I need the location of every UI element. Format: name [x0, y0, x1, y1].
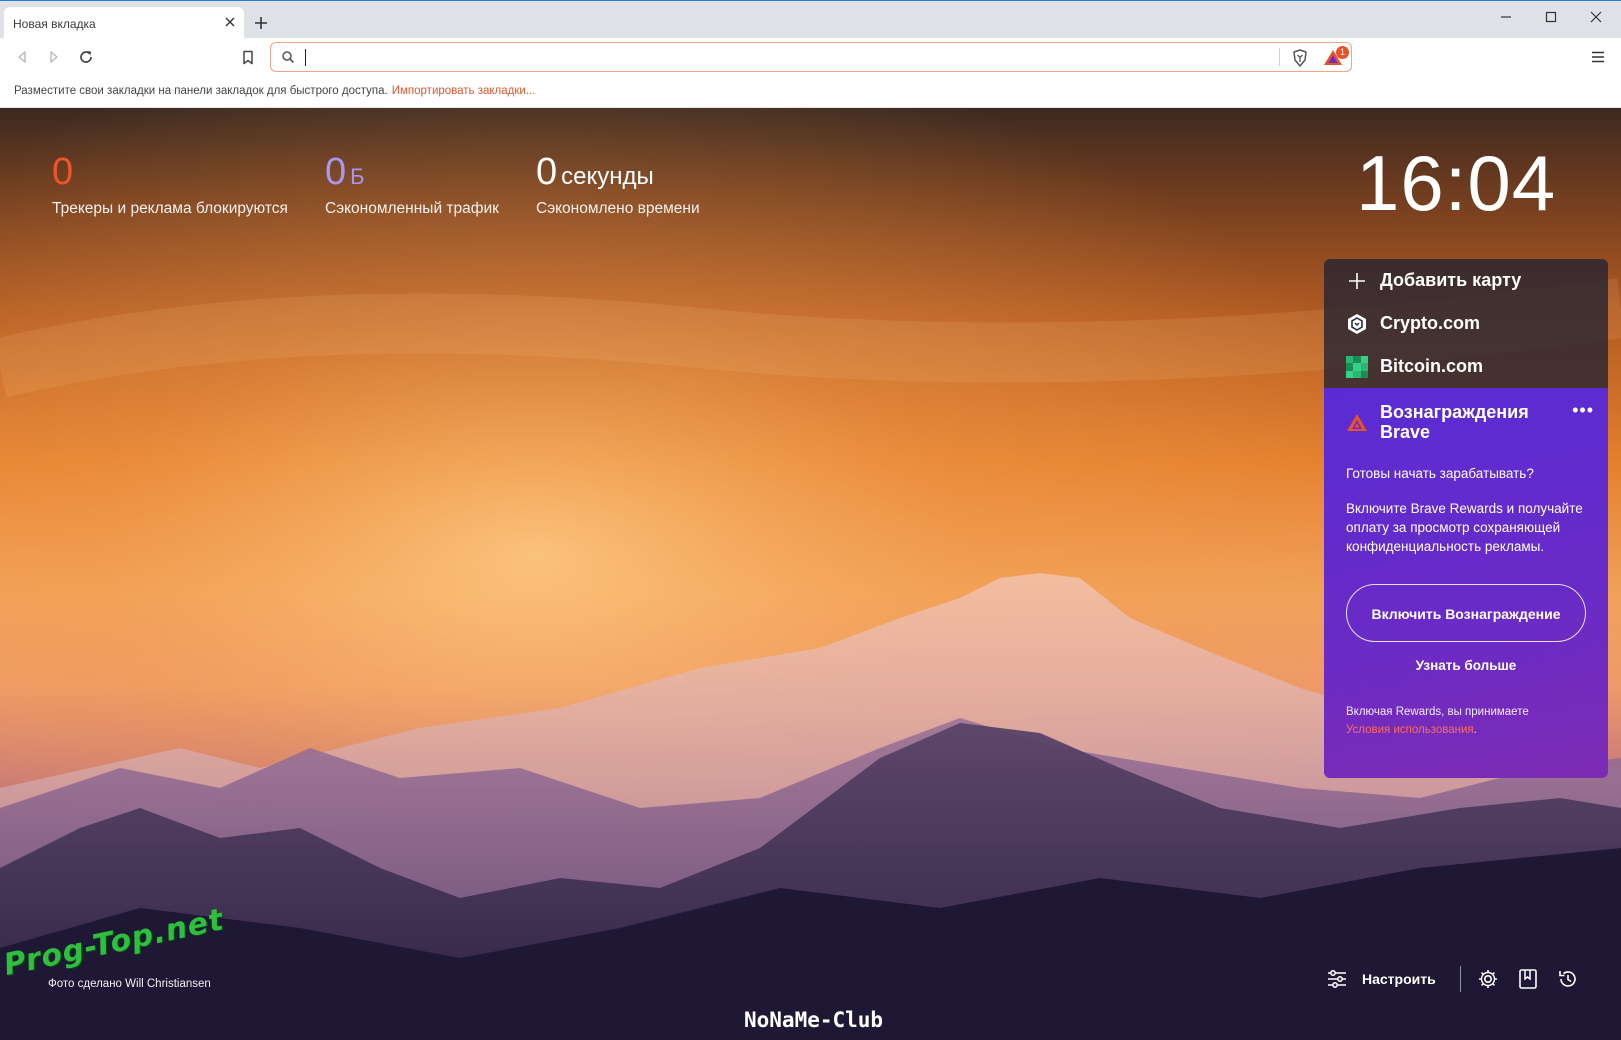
import-bookmarks-link[interactable]: Импортировать закладки... [392, 85, 536, 97]
crypto-card-tab[interactable]: Crypto.com [1324, 302, 1608, 345]
rewards-title: Вознаграждения Brave [1380, 402, 1529, 442]
bookmarks-hint: Разместите свои закладки на панели закла… [14, 85, 535, 97]
search-icon [282, 51, 295, 64]
hamburger-menu-icon[interactable] [1588, 48, 1608, 66]
brave-rewards-icon[interactable]: 1 [1322, 46, 1349, 69]
traffic-label: Сэкономленный трафик [325, 200, 499, 217]
learn-more-link[interactable]: Узнать больше [1346, 658, 1586, 673]
terms-of-use-link[interactable]: Условия использования [1346, 724, 1474, 736]
trackers-count: 0 [52, 151, 74, 193]
more-options-icon[interactable]: ••• [1572, 400, 1594, 421]
customize-label: Настроить [1362, 971, 1436, 987]
omnibox-divider [1279, 48, 1280, 66]
bitcoin-com-logo-icon [1346, 355, 1368, 378]
traffic-unit: Б [350, 164, 365, 189]
bottom-toolbar: Настроить [1326, 966, 1597, 992]
widget-cards: Добавить карту Crypto.com Bitcoin.com Во… [1324, 259, 1608, 778]
bitcoin-card-tab[interactable]: Bitcoin.com [1324, 345, 1608, 388]
maximize-icon[interactable] [1528, 5, 1574, 29]
forward-arrow-icon[interactable] [44, 47, 64, 67]
terms-suffix: . [1473, 724, 1477, 736]
toolbar: 1 [0, 38, 1621, 76]
customize-button[interactable]: Настроить [1326, 968, 1436, 990]
sliders-icon [1328, 970, 1346, 988]
time-unit: секунды [561, 163, 654, 190]
watermark-bottom: NoNaMe-Club [744, 1008, 884, 1032]
text-caret [305, 49, 306, 66]
window-close-icon[interactable] [1573, 5, 1619, 29]
add-card-label: Добавить карту [1380, 270, 1522, 290]
rewards-description: Включите Brave Rewards и получайте оплат… [1346, 501, 1583, 554]
bookmark-icon[interactable] [238, 47, 258, 67]
rewards-question: Готовы начать зарабатывать? [1346, 466, 1534, 481]
plus-icon [1346, 270, 1368, 292]
address-input[interactable] [303, 47, 1263, 67]
time-value: 0 [536, 151, 558, 193]
bottom-divider [1459, 966, 1461, 992]
bookmarks-hint-text: Разместите свои закладки на панели закла… [14, 85, 388, 97]
brave-shields-icon[interactable] [1290, 48, 1310, 68]
reload-icon[interactable] [76, 47, 96, 67]
traffic-stat: 0Б Сэкономленный трафик [325, 152, 499, 218]
photo-credit: Фото сделано Will Christiansen [48, 978, 211, 990]
rewards-terms: Включая Rewards, вы принимаете Условия и… [1346, 703, 1588, 739]
enable-rewards-button[interactable]: Включить Вознаграждение [1346, 584, 1586, 642]
crypto-com-logo-icon [1346, 313, 1368, 335]
settings-gear-icon[interactable] [1477, 968, 1499, 990]
new-tab-plus-icon[interactable] [252, 14, 270, 32]
tab-close-icon[interactable] [222, 14, 238, 30]
clock: 16:04 [1356, 139, 1557, 227]
rewards-badge: 1 [1336, 46, 1349, 59]
bookmarks-bar: Разместите свои закладки на панели закла… [0, 76, 1621, 108]
terms-prefix: Включая Rewards, вы принимаете [1346, 706, 1529, 718]
rewards-card: Вознаграждения Brave ••• Готовы начать з… [1324, 388, 1608, 778]
back-arrow-icon[interactable] [12, 47, 32, 67]
traffic-value: 0 [325, 151, 347, 193]
address-bar[interactable]: 1 [270, 42, 1352, 72]
bat-logo-icon [1347, 414, 1367, 431]
tab-title: Новая вкладка [13, 17, 96, 31]
bitcoin-card-label: Bitcoin.com [1380, 356, 1484, 376]
trackers-label: Трекеры и реклама блокируются [52, 200, 288, 217]
tab-new-tab[interactable]: Новая вкладка [4, 7, 244, 39]
photo-credit-prefix: Фото сделано [48, 978, 122, 990]
history-icon[interactable] [1557, 968, 1579, 990]
title-bar: Новая вкладка [0, 0, 1621, 39]
add-card-button[interactable]: Добавить карту [1324, 259, 1608, 302]
time-label: Сэкономлено времени [536, 200, 700, 217]
photo-credit-author[interactable]: Will Christiansen [125, 978, 211, 990]
bookmarks-panel-icon[interactable] [1517, 968, 1539, 990]
crypto-card-label: Crypto.com [1380, 313, 1481, 333]
new-tab-page: 0 Трекеры и реклама блокируются 0Б Сэкон… [0, 108, 1621, 1040]
time-stat: 0 секунды Сэкономлено времени [536, 152, 700, 218]
minimize-icon[interactable] [1483, 5, 1529, 29]
trackers-stat: 0 Трекеры и реклама блокируются [52, 152, 288, 218]
